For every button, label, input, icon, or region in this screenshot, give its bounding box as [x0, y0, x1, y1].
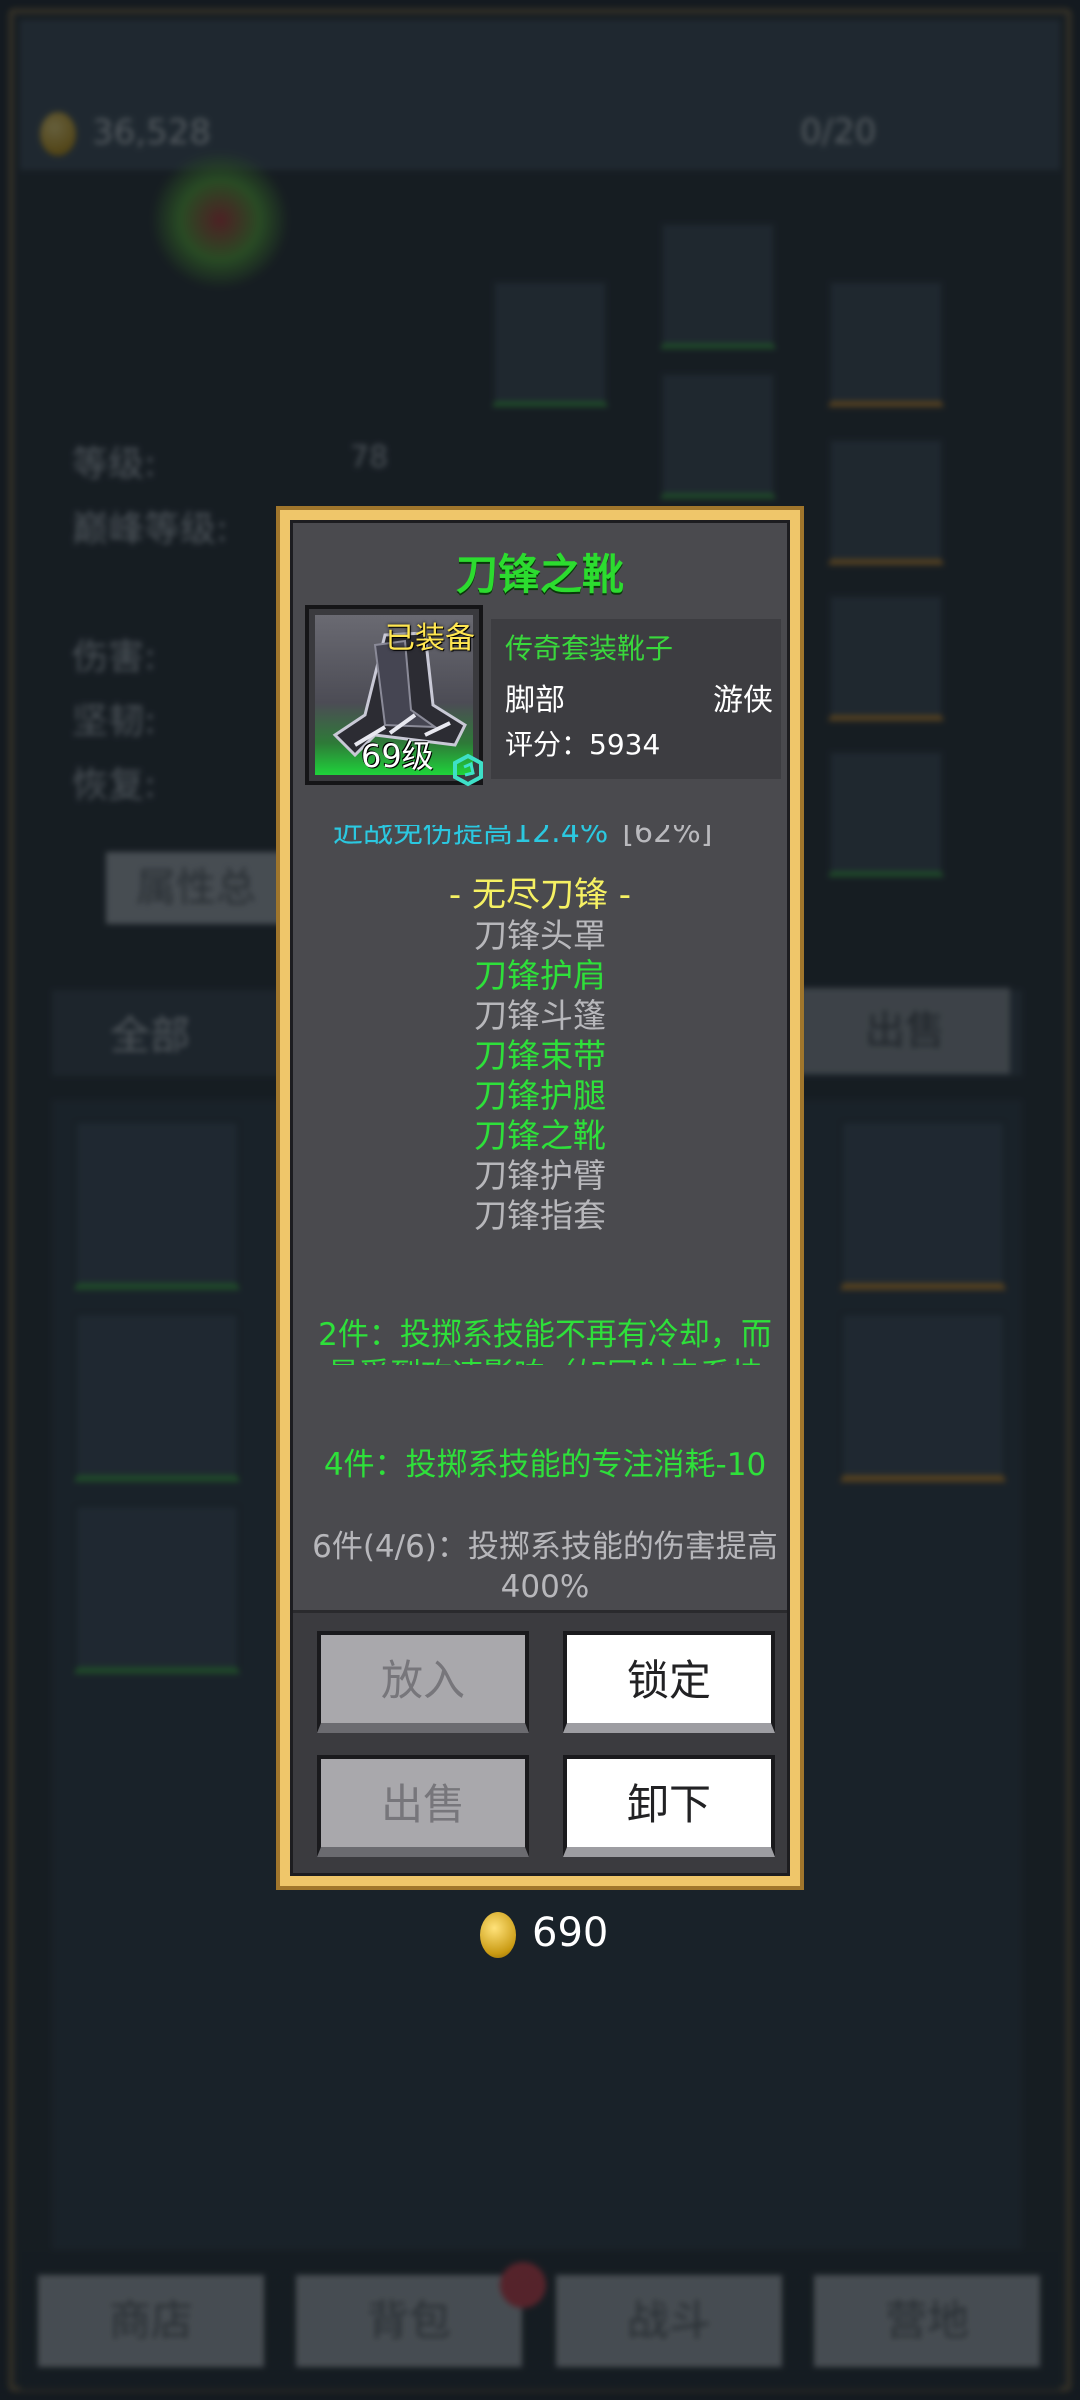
affix-line: 近战免伤提高12.4% [62%] — [333, 825, 713, 850]
gold-coin-icon — [480, 1912, 516, 1958]
item-detail-modal: 刀锋之靴 已装备 69级 传奇套装靴子 脚部 游侠 评分：5934 近战免伤提高… — [276, 506, 804, 1890]
set-piece: 刀锋指套 — [474, 1196, 606, 1235]
set-bonus-4: 4件：投掷系技能的专注消耗-10 — [323, 1447, 767, 1483]
item-class: 游侠 — [713, 683, 773, 718]
item-slot: 脚部 — [505, 683, 565, 718]
sell-button[interactable]: 出售 — [317, 1755, 529, 1857]
item-detail-panel: 刀锋之靴 已装备 69级 传奇套装靴子 脚部 游侠 评分：5934 近战免伤提高… — [290, 520, 790, 1876]
set-bonus-6: 6件(4/6)：投掷系技能的伤害提高400% — [312, 1529, 778, 1605]
sell-price: 690 — [480, 1910, 608, 1958]
item-level: 69级 — [361, 737, 434, 775]
put-in-button[interactable]: 放入 — [317, 1631, 529, 1733]
action-button-bar: 放入 锁定 出售 卸下 — [293, 1610, 787, 1873]
item-info-panel: 传奇套装靴子 脚部 游侠 评分：5934 — [491, 619, 781, 779]
unequip-button[interactable]: 卸下 — [563, 1755, 775, 1857]
item-rarity-type: 传奇套装靴子 — [505, 632, 674, 665]
item-score: 评分：5934 — [505, 728, 661, 761]
item-name: 刀锋之靴 — [455, 550, 624, 599]
set-bonus-2: 2件：投掷系技能不再有冷却，而是受到攻速影响（如同射击系技能） — [318, 1317, 772, 1365]
equipped-tag: 已装备 — [385, 621, 475, 656]
item-icon-frame: 已装备 69级 — [305, 605, 483, 787]
item-description-scroll[interactable]: 近战免伤提高12.4% [62%] - 无尽刀锋 - 刀锋头罩 刀锋护肩 刀锋斗篷… — [293, 825, 787, 1365]
set-item-icon — [453, 753, 483, 787]
lock-button[interactable]: 锁定 — [563, 1631, 775, 1733]
